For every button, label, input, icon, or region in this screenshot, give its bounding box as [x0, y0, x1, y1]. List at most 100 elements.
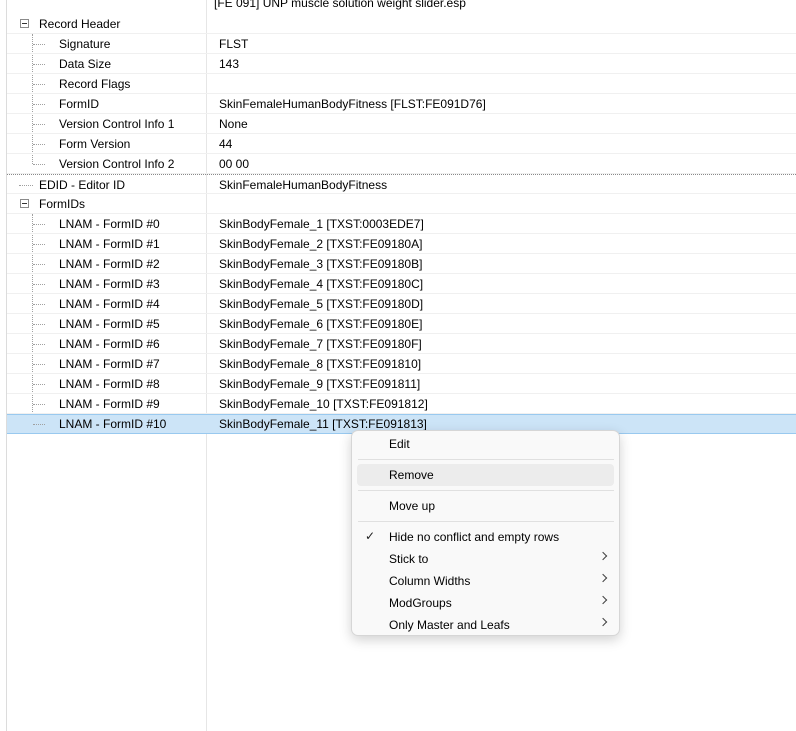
tree-branch: [33, 384, 45, 385]
tree-branch: [33, 344, 45, 345]
row-value: FLST: [219, 37, 249, 51]
tree-branch: [33, 264, 45, 265]
menu-item-hide-no-conflict[interactable]: ✓ Hide no conflict and empty rows: [357, 526, 614, 548]
menu-item-column-widths[interactable]: Column Widths: [357, 570, 614, 592]
tree-row-lnam-8[interactable]: LNAM - FormID #8 SkinBodyFemale_9 [TXST:…: [7, 374, 796, 394]
chevron-right-icon: [598, 551, 608, 561]
row-value: SkinFemaleHumanBodyFitness [FLST:FE091D7…: [219, 97, 486, 111]
row-value: 00 00: [219, 157, 250, 171]
checkmark-icon: ✓: [365, 529, 376, 543]
tree-row-version-control-1[interactable]: Version Control Info 1 None: [7, 114, 796, 134]
tree-row-lnam-3[interactable]: LNAM - FormID #3 SkinBodyFemale_4 [TXST:…: [7, 274, 796, 294]
row-label: Form Version: [59, 137, 131, 151]
tree-row-record-flags[interactable]: Record Flags: [7, 74, 796, 94]
collapse-icon[interactable]: [20, 19, 29, 28]
tree-branch: [19, 185, 33, 186]
tree-branch: [33, 64, 45, 65]
menu-item-stick-to[interactable]: Stick to: [357, 548, 614, 570]
tree-branch: [33, 364, 45, 365]
tree-row-lnam-1[interactable]: LNAM - FormID #1 SkinBodyFemale_2 [TXST:…: [7, 234, 796, 254]
row-value: SkinBodyFemale_1 [TXST:0003EDE7]: [219, 217, 424, 231]
tree-branch: [33, 104, 45, 105]
file-header-row: [FE 091] UNP muscle solution weight slid…: [207, 0, 796, 14]
row-label: LNAM - FormID #2: [59, 257, 160, 271]
row-label: LNAM - FormID #1: [59, 237, 160, 251]
row-label: Version Control Info 2: [59, 157, 175, 171]
row-label: Data Size: [59, 57, 112, 71]
menu-item-remove[interactable]: Remove: [357, 464, 614, 486]
row-value: SkinBodyFemale_7 [TXST:FE09180F]: [219, 337, 422, 351]
collapse-icon[interactable]: [20, 199, 29, 208]
row-value: SkinBodyFemale_2 [TXST:FE09180A]: [219, 237, 423, 251]
file-header-text: [FE 091] UNP muscle solution weight slid…: [214, 0, 466, 10]
record-view: [FE 091] UNP muscle solution weight slid…: [0, 0, 796, 731]
row-value: SkinBodyFemale_8 [TXST:FE091810]: [219, 357, 422, 371]
tree-row-lnam-5[interactable]: LNAM - FormID #5 SkinBodyFemale_6 [TXST:…: [7, 314, 796, 334]
chevron-right-icon: [598, 617, 608, 627]
row-value: SkinBodyFemale_4 [TXST:FE09180C]: [219, 277, 424, 291]
row-value: SkinBodyFemale_3 [TXST:FE09180B]: [219, 257, 423, 271]
row-value: SkinBodyFemale_6 [TXST:FE09180E]: [219, 317, 423, 331]
row-label: LNAM - FormID #10: [59, 417, 167, 431]
menu-separator: [358, 459, 614, 460]
row-label: FormIDs: [39, 197, 85, 211]
row-value: SkinBodyFemale_5 [TXST:FE09180D]: [219, 297, 424, 311]
tree-row-editor-id[interactable]: EDID - Editor ID SkinFemaleHumanBodyFitn…: [7, 174, 796, 194]
tree-branch: [33, 164, 45, 165]
tree-row-lnam-2[interactable]: LNAM - FormID #2 SkinBodyFemale_3 [TXST:…: [7, 254, 796, 274]
row-value: 143: [219, 57, 240, 71]
tree-row-form-version[interactable]: Form Version 44: [7, 134, 796, 154]
menu-separator: [358, 521, 614, 522]
row-label: Version Control Info 1: [59, 117, 175, 131]
row-label: LNAM - FormID #8: [59, 377, 160, 391]
row-label: LNAM - FormID #9: [59, 397, 160, 411]
row-label: LNAM - FormID #4: [59, 297, 160, 311]
row-value: SkinBodyFemale_11 [TXST:FE091813]: [219, 417, 427, 431]
tree-row-data-size[interactable]: Data Size 143: [7, 54, 796, 74]
tree-row-formid[interactable]: FormID SkinFemaleHumanBodyFitness [FLST:…: [7, 94, 796, 114]
tree-branch: [33, 404, 45, 405]
tree-row-lnam-7[interactable]: LNAM - FormID #7 SkinBodyFemale_8 [TXST:…: [7, 354, 796, 374]
chevron-right-icon: [598, 595, 608, 605]
row-label: LNAM - FormID #7: [59, 357, 160, 371]
context-menu: Edit Remove Move up ✓ Hide no conflict a…: [351, 430, 620, 636]
tree-row-signature[interactable]: Signature FLST: [7, 34, 796, 54]
row-label: Record Header: [39, 17, 121, 31]
row-label: Signature: [59, 37, 111, 51]
tree-row-lnam-4[interactable]: LNAM - FormID #4 SkinBodyFemale_5 [TXST:…: [7, 294, 796, 314]
tree-row-record-header[interactable]: Record Header: [7, 14, 796, 34]
row-label: LNAM - FormID #6: [59, 337, 160, 351]
row-label: Record Flags: [59, 77, 131, 91]
menu-item-only-master-and-leafs[interactable]: Only Master and Leafs: [357, 614, 614, 636]
row-label: LNAM - FormID #3: [59, 277, 160, 291]
menu-item-move-up[interactable]: Move up: [357, 495, 614, 517]
row-value: SkinFemaleHumanBodyFitness: [219, 178, 388, 192]
tree-branch: [33, 124, 45, 125]
tree-branch: [33, 244, 45, 245]
tree-branch: [33, 284, 45, 285]
row-value: SkinBodyFemale_10 [TXST:FE091812]: [219, 397, 428, 411]
left-panel-edge: [0, 0, 7, 731]
tree-row-lnam-6[interactable]: LNAM - FormID #6 SkinBodyFemale_7 [TXST:…: [7, 334, 796, 354]
menu-item-label: Remove: [389, 468, 434, 482]
tree-row-lnam-0[interactable]: LNAM - FormID #0 SkinBodyFemale_1 [TXST:…: [7, 214, 796, 234]
tree-row-formids[interactable]: FormIDs: [7, 194, 796, 214]
menu-item-modgroups[interactable]: ModGroups: [357, 592, 614, 614]
row-label: LNAM - FormID #5: [59, 317, 160, 331]
menu-item-label: Only Master and Leafs: [389, 618, 510, 632]
tree-branch: [33, 44, 45, 45]
tree-branch: [33, 144, 45, 145]
menu-item-label: Edit: [389, 437, 410, 451]
tree-row-lnam-9[interactable]: LNAM - FormID #9 SkinBodyFemale_10 [TXST…: [7, 394, 796, 414]
tree-branch: [33, 424, 45, 425]
menu-item-label: Hide no conflict and empty rows: [389, 530, 560, 544]
tree-row-version-control-2[interactable]: Version Control Info 2 00 00: [7, 154, 796, 174]
menu-item-label: Move up: [389, 499, 436, 513]
chevron-right-icon: [598, 573, 608, 583]
menu-item-edit[interactable]: Edit: [357, 433, 614, 455]
row-label: EDID - Editor ID: [39, 178, 126, 192]
row-label: LNAM - FormID #0: [59, 217, 160, 231]
tree-branch: [33, 84, 45, 85]
tree-branch: [33, 304, 45, 305]
row-value: None: [219, 117, 248, 131]
